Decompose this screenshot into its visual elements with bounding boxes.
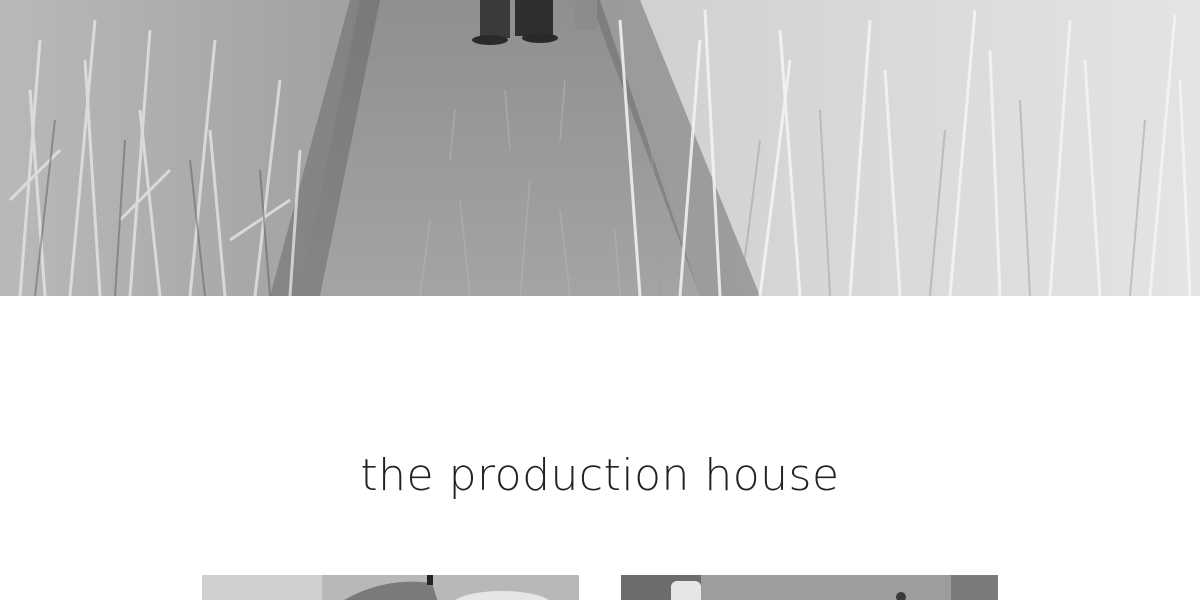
production-photo-image [202,575,579,600]
production-photo-thumbnail[interactable] [202,575,579,600]
production-photo-image [621,575,998,600]
rice-field-image [0,0,1200,296]
page: the production house [0,0,1200,600]
hero-photo [0,0,1200,296]
section-title: the production house [360,450,840,501]
production-photo-thumbnail[interactable] [621,575,998,600]
